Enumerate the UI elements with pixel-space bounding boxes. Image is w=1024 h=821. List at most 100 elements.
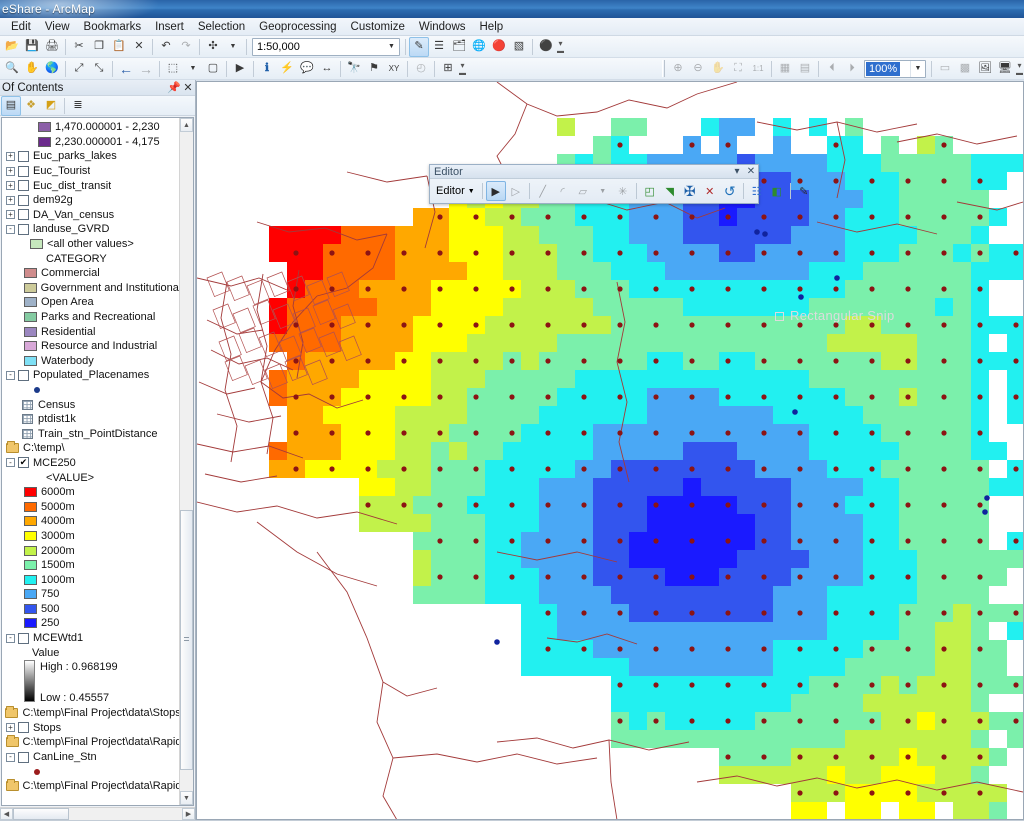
pin-icon[interactable]: 📌 (167, 81, 181, 94)
forward-extent-tool[interactable]: → (136, 59, 156, 79)
legend-swatch[interactable] (24, 530, 37, 541)
toc-legend-item[interactable]: Government and Institutional (2, 281, 179, 296)
straight-segment-tool[interactable]: ╱ (533, 181, 553, 201)
collapse-icon[interactable]: - (6, 633, 15, 643)
select-features-dropdown[interactable]: ▼ (183, 59, 203, 79)
select-features-tool[interactable]: ⬚ (163, 59, 183, 79)
redo-button[interactable]: ↷ (176, 37, 196, 57)
toc-legend-item[interactable]: 1000m (2, 572, 179, 587)
layout-pan-button[interactable]: ✋ (708, 59, 728, 79)
layout-zoom-in-button[interactable]: ⊕ (668, 59, 688, 79)
menu-item-geoprocessing[interactable]: Geoprocessing (252, 20, 343, 34)
layer-visibility-checkbox[interactable] (18, 751, 29, 763)
toc-datasource-path[interactable]: C:\temp\ (2, 441, 179, 456)
editor-menu-button[interactable]: Editor ▼ (432, 181, 479, 201)
clear-selection-tool[interactable]: ▢ (203, 59, 223, 79)
legend-swatch[interactable] (24, 516, 37, 527)
expand-icon[interactable]: + (6, 181, 15, 191)
toolbar-grip[interactable] (662, 60, 666, 77)
toc-legend-item[interactable]: 500 (2, 602, 179, 617)
legend-swatch[interactable] (24, 501, 37, 512)
catalog-button[interactable]: 🗂 (449, 37, 469, 57)
create-viewer-tool[interactable]: ⊞ (438, 59, 458, 79)
arctoolbox-button[interactable]: 🔴 (489, 37, 509, 57)
create-features-button[interactable]: ✎ (794, 181, 814, 201)
toc-gradient-legend[interactable]: High : 0.968199 Low : 0.45557 (2, 659, 179, 706)
menu-item-windows[interactable]: Windows (412, 20, 473, 34)
legend-swatch[interactable] (30, 239, 43, 250)
collapse-icon[interactable]: - (6, 752, 15, 762)
layer-visibility-checkbox[interactable] (18, 369, 29, 381)
scrollbar-thumb[interactable] (180, 510, 193, 770)
toc-point-symbol[interactable] (2, 383, 179, 398)
find-route-tool[interactable]: ⚑ (364, 59, 384, 79)
model-builder-button[interactable]: ⚫ (536, 37, 556, 57)
identify-tool[interactable]: ℹ (257, 59, 277, 79)
list-by-source-button[interactable]: ❖ (21, 96, 41, 116)
toc-vertical-scrollbar[interactable]: ▲ ▼ (179, 118, 193, 805)
add-data-button[interactable]: ✣ (203, 37, 223, 57)
toc-legend-item[interactable]: 3000m (2, 529, 179, 544)
edit-tool[interactable]: ▶ (485, 181, 506, 201)
full-extent-tool[interactable]: 🌎 (42, 59, 62, 79)
toc-layer-landuse-gvrd[interactable]: - landuse_GVRD (2, 222, 179, 237)
legend-swatch[interactable] (38, 122, 51, 133)
toc-table-train-stn-pointdistance[interactable]: Train_stn_PointDistance (2, 426, 179, 441)
save-button[interactable]: 💾 (22, 37, 42, 57)
toc-row[interactable]: CATEGORY (2, 251, 179, 266)
toolbar-overflow-button[interactable]: ▾ ▬ (556, 38, 565, 56)
reshape-feature-tool[interactable]: ✕ (700, 181, 720, 201)
expand-icon[interactable]: + (6, 166, 15, 176)
toc-row[interactable]: Value (2, 645, 179, 660)
toc-layer-euc-dist-transit[interactable]: + Euc_dist_transit (2, 178, 179, 193)
search-window-button[interactable]: 🌐 (469, 37, 489, 57)
toc-layer-euc-tourist[interactable]: + Euc_Tourist (2, 164, 179, 179)
toc-layer-da-van-census[interactable]: + DA_Van_census (2, 208, 179, 223)
scrollbar-thumb[interactable] (13, 808, 69, 820)
add-data-dropdown[interactable]: ▼ (223, 37, 243, 57)
list-by-drawing-order-button[interactable]: ▤ (1, 95, 21, 116)
scroll-right-button[interactable]: ▶ (182, 808, 195, 820)
toc-table-ptdist1k[interactable]: ptdist1k (2, 412, 179, 427)
point-symbol[interactable] (34, 386, 40, 393)
layer-visibility-checkbox[interactable]: ✔ (18, 457, 29, 469)
toc-legend-item[interactable]: 1500m (2, 558, 179, 573)
measure-tool[interactable]: ↔ (317, 59, 337, 79)
zoom-whole-page-button[interactable]: ⛶ (728, 59, 748, 79)
toc-layer-populated-placenames[interactable]: - Populated_Placenames (2, 368, 179, 383)
toc-legend-item[interactable]: Commercial (2, 266, 179, 281)
point-symbol[interactable] (34, 768, 40, 775)
toc-tree[interactable]: 1,470.000001 - 2,230 2,230.000001 - 4,175… (1, 117, 194, 806)
menu-item-customize[interactable]: Customize (344, 20, 412, 34)
toc-horizontal-scrollbar[interactable]: ◀ ▶ (0, 807, 195, 820)
fixed-zoom-out-layout-button[interactable]: ▤ (795, 59, 815, 79)
toc-layer-euc-parks-lakes[interactable]: + Euc_parks_lakes (2, 149, 179, 164)
layout-zoom-combobox[interactable]: 100% ▼ (864, 59, 926, 78)
list-by-selection-button[interactable]: ≣ (68, 96, 88, 116)
toc-layer-canline-stn[interactable]: - CanLine_Stn (2, 750, 179, 765)
legend-swatch[interactable] (24, 574, 37, 585)
legend-swatch[interactable] (24, 618, 37, 629)
toc-legend-item[interactable]: <all other values> (2, 237, 179, 252)
toc-datasource-path[interactable]: C:\temp\Final Project\data\Rapid Tra (2, 735, 179, 750)
legend-swatch[interactable] (24, 589, 37, 600)
layer-visibility-checkbox[interactable] (18, 209, 29, 221)
close-icon[interactable]: ✕ (181, 81, 195, 94)
attributes-button[interactable]: ☷ (747, 181, 767, 201)
legend-swatch[interactable] (24, 560, 37, 571)
layer-visibility-checkbox[interactable] (18, 150, 29, 162)
cut-button[interactable]: ✂ (69, 37, 89, 57)
end-point-arc-tool[interactable]: ◜ (553, 181, 573, 201)
toc-row[interactable]: <VALUE> (2, 470, 179, 485)
scroll-left-button[interactable]: ◀ (0, 808, 13, 820)
zoom-100-button[interactable]: 1:1 (748, 59, 768, 79)
list-by-visibility-button[interactable]: ◩ (41, 96, 61, 116)
undo-button[interactable]: ↶ (156, 37, 176, 57)
focus-data-frame-button[interactable]: ▩ (955, 59, 975, 79)
scroll-up-button[interactable]: ▲ (180, 118, 193, 132)
menu-item-help[interactable]: Help (473, 20, 511, 34)
scrollbar-track[interactable] (13, 808, 182, 820)
collapse-icon[interactable]: - (6, 458, 15, 468)
toc-layer-dem92g[interactable]: + dem92g (2, 193, 179, 208)
toc-datasource-path[interactable]: C:\temp\Final Project\data\Stops_shp (2, 706, 179, 721)
